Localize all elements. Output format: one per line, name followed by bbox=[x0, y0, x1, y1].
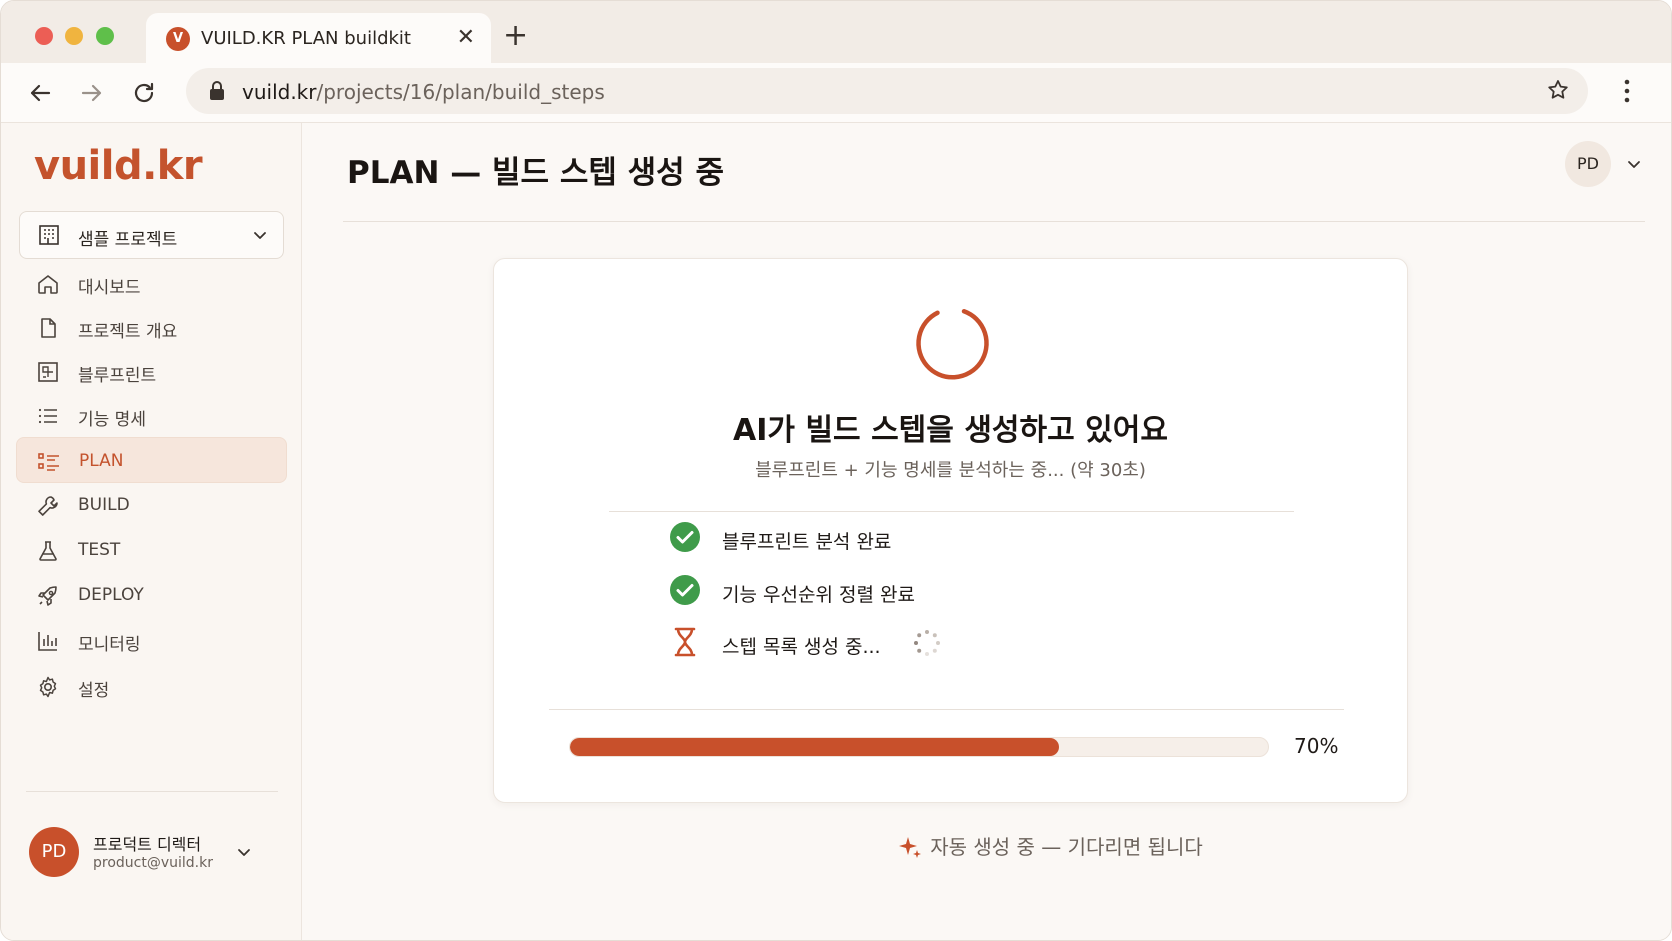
mini-spinner-icon bbox=[914, 630, 940, 656]
sidebar-item-blueprint[interactable]: 블루프린트 bbox=[16, 348, 287, 394]
rocket-icon bbox=[38, 586, 57, 606]
main-content: PLAN — 빌드 스텝 생성 중 PD AI가 빌드 스텝을 생성하고 있어요… bbox=[303, 123, 1671, 940]
building-icon bbox=[39, 225, 59, 245]
bookmark-star-icon[interactable] bbox=[1546, 78, 1570, 102]
sidebar-item-plan[interactable]: PLAN bbox=[16, 437, 287, 483]
project-selector[interactable]: 샘플 프로젝트 bbox=[19, 211, 284, 259]
header-avatar[interactable]: PD bbox=[1565, 141, 1611, 187]
header-divider bbox=[343, 221, 1645, 222]
sidebar-item-label: 모니터링 bbox=[78, 635, 141, 655]
sidebar-item-label: 프로젝트 개요 bbox=[78, 322, 178, 342]
user-email: product@vuild.kr bbox=[93, 855, 213, 871]
close-window-button[interactable] bbox=[35, 27, 53, 45]
status-footer-note: 자동 생성 중 — 기다리면 됩니다 bbox=[303, 831, 1671, 861]
favicon-icon: V bbox=[166, 27, 190, 51]
sidebar-divider bbox=[26, 791, 278, 792]
project-selector-label: 샘플 프로젝트 bbox=[78, 230, 178, 250]
document-icon bbox=[41, 318, 56, 338]
back-icon[interactable] bbox=[25, 78, 55, 108]
home-icon bbox=[38, 275, 58, 294]
lock-icon bbox=[210, 81, 224, 100]
tab-close-icon[interactable]: ✕ bbox=[457, 25, 475, 51]
maximize-window-button[interactable] bbox=[96, 27, 114, 45]
user-profile[interactable]: PD 프로덕트 디렉터 product@vuild.kr bbox=[29, 827, 279, 883]
hourglass-icon bbox=[674, 627, 696, 657]
sidebar-item-label: 기능 명세 bbox=[78, 410, 146, 430]
card-divider bbox=[549, 709, 1344, 710]
url-text: vuild.kr/projects/16/plan/build_steps bbox=[242, 80, 605, 104]
check-circle-icon bbox=[670, 522, 700, 552]
sidebar-item-label: 대시보드 bbox=[78, 278, 141, 298]
footer-note-text: 자동 생성 중 — 기다리면 됩니다 bbox=[930, 835, 1203, 859]
sidebar: vuild.kr 샘플 프로젝트 대시보드 프로젝트 개요 블루프린트 기능 명… bbox=[1, 123, 302, 940]
forward-icon[interactable] bbox=[77, 78, 107, 108]
step-item: 스텝 목록 생성 중... bbox=[669, 626, 1089, 660]
chevron-down-icon[interactable] bbox=[235, 843, 253, 861]
minimize-window-button[interactable] bbox=[65, 27, 83, 45]
sidebar-item-build[interactable]: BUILD bbox=[16, 482, 287, 528]
card-title: AI가 빌드 스텝을 생성하고 있어요 bbox=[733, 413, 1168, 448]
sidebar-item-test[interactable]: TEST bbox=[16, 527, 287, 573]
tab-title: VUILD.KR PLAN buildkit bbox=[201, 28, 411, 49]
bar-chart-icon bbox=[38, 632, 57, 651]
sidebar-item-label: PLAN bbox=[79, 451, 124, 471]
generation-status-card: AI가 빌드 스텝을 생성하고 있어요 블루프린트 + 기능 명세를 분석하는 … bbox=[493, 258, 1408, 803]
blueprint-icon bbox=[38, 362, 58, 382]
sidebar-item-project-overview[interactable]: 프로젝트 개요 bbox=[16, 304, 287, 350]
reload-icon[interactable] bbox=[129, 78, 159, 108]
new-tab-icon[interactable]: + bbox=[503, 19, 528, 53]
sidebar-item-label: DEPLOY bbox=[78, 585, 144, 605]
sparkle-icon bbox=[899, 836, 922, 858]
chevron-down-icon bbox=[254, 232, 266, 239]
check-circle-icon bbox=[670, 575, 700, 605]
plan-list-icon bbox=[38, 453, 59, 471]
card-subtitle: 블루프린트 + 기능 명세를 분석하는 중... (약 30초) bbox=[755, 460, 1146, 481]
list-icon bbox=[38, 408, 57, 424]
sidebar-item-label: TEST bbox=[78, 540, 121, 560]
flask-icon bbox=[39, 541, 57, 561]
address-bar[interactable]: vuild.kr/projects/16/plan/build_steps bbox=[186, 68, 1588, 114]
step-label: 스텝 목록 생성 중... bbox=[722, 636, 881, 658]
sidebar-item-settings[interactable]: 설정 bbox=[16, 663, 287, 709]
browser-toolbar: vuild.kr/projects/16/plan/build_steps bbox=[1, 63, 1671, 123]
step-item: 블루프린트 분석 완료 bbox=[669, 521, 1089, 555]
sidebar-item-monitoring[interactable]: 모니터링 bbox=[16, 617, 287, 663]
wrench-icon bbox=[38, 496, 58, 516]
progress-bar-fill bbox=[570, 738, 1059, 756]
progress-bar bbox=[569, 737, 1269, 757]
step-item: 기능 우선순위 정렬 완료 bbox=[669, 574, 1089, 608]
sidebar-item-dashboard[interactable]: 대시보드 bbox=[16, 260, 287, 306]
gear-icon bbox=[39, 676, 57, 698]
chevron-down-icon[interactable] bbox=[1625, 155, 1643, 173]
logo[interactable]: vuild.kr bbox=[34, 143, 203, 189]
tab-bar: V VUILD.KR PLAN buildkit ✕ + bbox=[1, 1, 1671, 63]
loading-spinner-icon bbox=[916, 309, 989, 380]
sidebar-item-label: BUILD bbox=[78, 495, 130, 515]
user-name: 프로덕트 디렉터 bbox=[93, 835, 202, 854]
card-divider bbox=[609, 511, 1294, 512]
sidebar-item-deploy[interactable]: DEPLOY bbox=[16, 572, 287, 618]
sidebar-item-label: 설정 bbox=[78, 681, 110, 701]
step-label: 블루프린트 분석 완료 bbox=[722, 531, 892, 553]
sidebar-item-feature-spec[interactable]: 기능 명세 bbox=[16, 392, 287, 438]
browser-tab[interactable]: V VUILD.KR PLAN buildkit ✕ bbox=[146, 13, 491, 63]
step-label: 기능 우선순위 정렬 완료 bbox=[722, 584, 915, 606]
page-title: PLAN — 빌드 스텝 생성 중 bbox=[347, 155, 725, 191]
progress-percent: 70% bbox=[1294, 734, 1339, 758]
browser-window: V VUILD.KR PLAN buildkit ✕ + vuild.kr/pr… bbox=[0, 0, 1672, 941]
avatar: PD bbox=[29, 827, 79, 877]
sidebar-item-label: 블루프린트 bbox=[78, 366, 157, 386]
browser-menu-icon[interactable] bbox=[1623, 78, 1631, 104]
